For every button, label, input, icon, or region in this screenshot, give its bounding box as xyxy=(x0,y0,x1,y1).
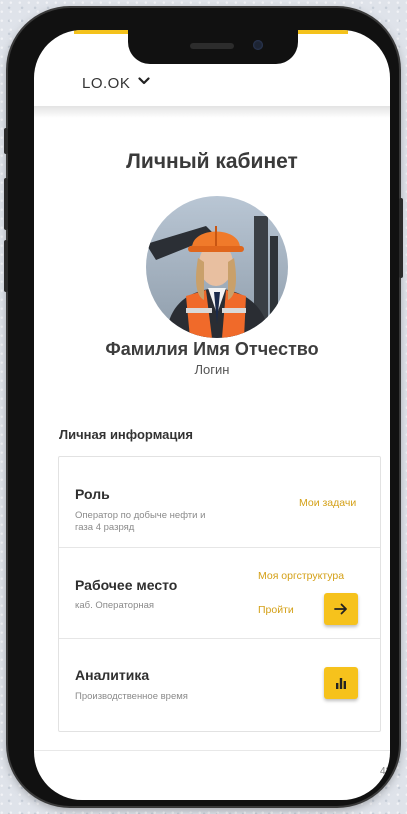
info-row-analytics[interactable]: Аналитика Производственное время xyxy=(59,639,380,731)
user-login: Логин xyxy=(194,362,230,377)
power-button xyxy=(399,198,403,278)
speaker-grille xyxy=(190,43,234,49)
row-title: Аналитика xyxy=(75,667,150,683)
info-row-workplace[interactable]: Рабочее место каб. Операторная Моя оргст… xyxy=(59,548,380,639)
row-subtitle: Оператор по добыче нефти и газа 4 разряд xyxy=(75,510,206,533)
phone-screen: LO.OK Личный кабинет Фамилия Имя Отчеств… xyxy=(34,30,390,800)
app-top-bar: LO.OK xyxy=(34,60,390,106)
header-accent-right xyxy=(298,30,348,34)
avatar-photo xyxy=(146,196,288,338)
volume-up-button xyxy=(4,178,8,230)
phone-frame: LO.OK Личный кабинет Фамилия Имя Отчеств… xyxy=(4,8,403,806)
bottom-divider xyxy=(34,750,390,751)
phone-notch xyxy=(128,30,298,64)
header-accent-left xyxy=(74,30,128,34)
mute-switch xyxy=(4,128,8,154)
row-subtitle: каб. Операторная xyxy=(75,600,155,611)
header-divider xyxy=(34,106,390,118)
chevron-down-icon[interactable] xyxy=(138,75,150,87)
my-tasks-link[interactable]: Мои задачи xyxy=(299,497,356,509)
bar-chart-icon xyxy=(336,678,346,689)
my-org-structure-link[interactable]: Моя оргструктура xyxy=(258,570,344,582)
row-subtitle: Производственное время xyxy=(75,691,188,702)
volume-down-button xyxy=(4,240,8,292)
page-title: Личный кабинет xyxy=(126,150,298,173)
analytics-button[interactable] xyxy=(324,667,358,699)
go-button[interactable] xyxy=(324,593,358,625)
section-title-personal-info: Личная информация xyxy=(59,427,193,442)
user-full-name: Фамилия Имя Отчество xyxy=(105,339,319,359)
go-link[interactable]: Пройти xyxy=(258,604,294,616)
avatar[interactable] xyxy=(146,196,288,338)
brand-logo-text[interactable]: LO.OK xyxy=(82,75,130,92)
row-title: Роль xyxy=(75,486,110,502)
corner-text: 42 xyxy=(380,766,390,777)
personal-info-card: Роль Оператор по добыче нефти и газа 4 р… xyxy=(58,456,381,732)
row-title: Рабочее место xyxy=(75,577,178,593)
info-row-role[interactable]: Роль Оператор по добыче нефти и газа 4 р… xyxy=(59,457,380,548)
arrow-right-icon xyxy=(334,603,347,615)
front-camera xyxy=(253,40,263,50)
